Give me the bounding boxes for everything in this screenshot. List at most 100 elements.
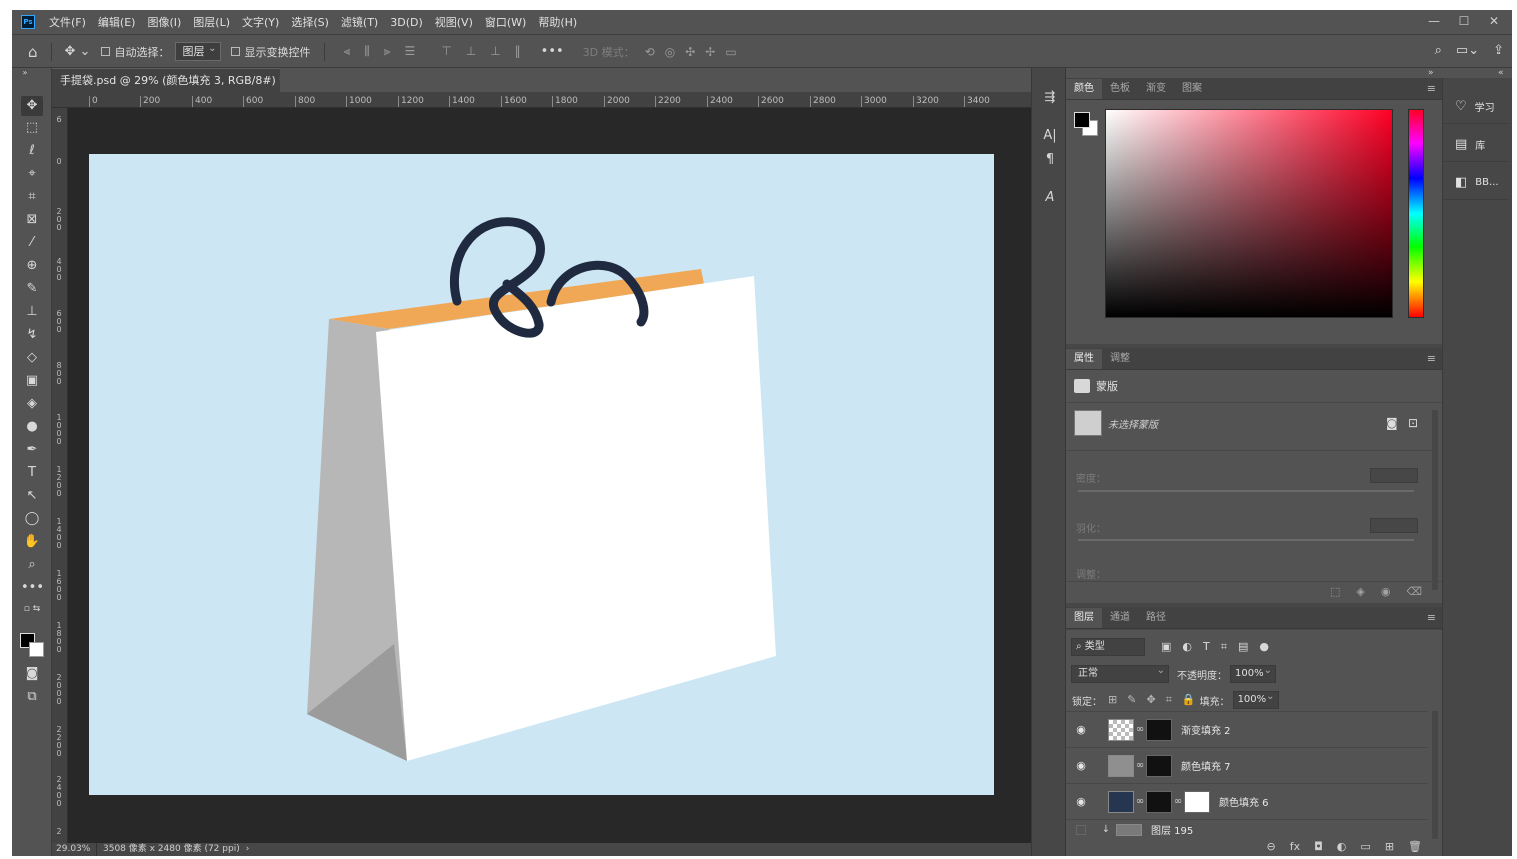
tab-layers[interactable]: 图层 bbox=[1066, 608, 1102, 628]
align-left-icon[interactable]: ⫷ bbox=[343, 44, 350, 59]
delete-layer-icon[interactable]: 🗑 bbox=[1408, 838, 1422, 856]
blend-mode-dropdown[interactable]: 正常 bbox=[1071, 663, 1169, 683]
menu-filter[interactable]: 滤镜(T) bbox=[335, 14, 384, 30]
tab-patterns[interactable]: 图案 bbox=[1174, 79, 1210, 99]
tab-paths[interactable]: 路径 bbox=[1138, 608, 1174, 628]
toggle-mask-icon[interactable]: ◉ bbox=[1381, 582, 1391, 603]
clone-stamp-tool-icon[interactable]: ⊥ bbox=[21, 302, 43, 322]
ellipse-tool-icon[interactable]: ◯ bbox=[21, 509, 43, 529]
menu-view[interactable]: 视图(V) bbox=[429, 14, 479, 30]
history-panel-icon[interactable]: ⇶ bbox=[1040, 88, 1060, 108]
library-panel-button[interactable]: ▤ 库 bbox=[1443, 128, 1509, 162]
learn-panel-button[interactable]: ♡ 学习 bbox=[1443, 90, 1509, 124]
tab-channels[interactable]: 通道 bbox=[1102, 608, 1138, 628]
eraser-tool-icon[interactable]: ◇ bbox=[21, 348, 43, 368]
lock-all-icon[interactable]: 🔒 bbox=[1182, 693, 1196, 707]
screen-mode-icon[interactable]: ⧉ bbox=[21, 687, 43, 707]
swap-colors-icon[interactable]: ▫ ⇆ bbox=[21, 603, 43, 615]
vector-mask-icon[interactable]: ⊡ bbox=[1408, 416, 1418, 430]
menu-layer[interactable]: 图层(L) bbox=[187, 14, 236, 30]
dodge-tool-icon[interactable]: ● bbox=[21, 417, 43, 437]
load-selection-icon[interactable]: ⬚ bbox=[1330, 582, 1340, 603]
visibility-eye-icon[interactable]: ◉ bbox=[1070, 795, 1092, 808]
select-mask-icon[interactable]: ◙ bbox=[1386, 416, 1398, 430]
color-picker-field[interactable] bbox=[1105, 109, 1393, 318]
history-brush-tool-icon[interactable]: ↯ bbox=[21, 325, 43, 345]
pixel-filter-icon[interactable]: ▣ bbox=[1161, 640, 1171, 654]
menu-image[interactable]: 图像(I) bbox=[141, 14, 187, 30]
status-menu-arrow[interactable]: › bbox=[246, 843, 250, 856]
slide-3d-icon[interactable]: ✢ bbox=[705, 45, 715, 59]
mask-thumbnail[interactable] bbox=[1074, 410, 1102, 436]
smart-object-filter-icon[interactable]: ▤ bbox=[1238, 640, 1248, 654]
move-tool-preset-icon[interactable]: ✥ ⌄ bbox=[65, 44, 91, 59]
new-layer-icon[interactable]: ⊞ bbox=[1385, 838, 1394, 856]
layer-row[interactable]: ◉ ∞ ∞ 颜色填充 6 bbox=[1066, 783, 1428, 819]
lock-position-icon[interactable]: ✥ bbox=[1146, 693, 1155, 707]
feather-input[interactable] bbox=[1370, 518, 1418, 533]
share-icon[interactable]: ⇪ bbox=[1493, 43, 1504, 58]
properties-scrollbar[interactable] bbox=[1432, 410, 1438, 590]
tab-gradients[interactable]: 渐变 bbox=[1138, 79, 1174, 99]
type-tool-icon[interactable]: T bbox=[21, 463, 43, 483]
lasso-tool-icon[interactable]: ℓ bbox=[21, 141, 43, 161]
canvas-workspace[interactable] bbox=[68, 108, 1031, 843]
delete-mask-icon[interactable]: ⌫ bbox=[1406, 582, 1422, 603]
align-right-icon[interactable]: ⫸ bbox=[384, 44, 391, 59]
new-adjustment-icon[interactable]: ◐ bbox=[1337, 838, 1347, 856]
menu-select[interactable]: 选择(S) bbox=[285, 14, 335, 30]
layer-row[interactable]: ◉ ∞ 颜色填充 7 bbox=[1066, 747, 1428, 783]
lock-image-icon[interactable]: ✎ bbox=[1127, 693, 1136, 707]
maximize-button[interactable]: ☐ bbox=[1456, 13, 1472, 29]
visibility-eye-icon[interactable]: ◉ bbox=[1070, 759, 1092, 772]
distribute-h-icon[interactable]: ☰ bbox=[405, 44, 416, 59]
foreground-color-swatch[interactable] bbox=[1074, 112, 1090, 128]
menu-type[interactable]: 文字(Y) bbox=[236, 14, 285, 30]
show-transform-checkbox[interactable]: 显示变换控件 bbox=[231, 44, 310, 60]
auto-select-target-dropdown[interactable]: 图层 bbox=[175, 41, 222, 61]
align-top-icon[interactable]: ⊤ bbox=[441, 44, 451, 59]
pan-3d-icon[interactable]: ✣ bbox=[685, 45, 695, 59]
panel-menu-icon[interactable]: ≡ bbox=[1427, 611, 1436, 624]
lock-transparent-icon[interactable]: ⊞ bbox=[1108, 693, 1117, 707]
layer-comps-panel-button[interactable]: ◧ BB... bbox=[1443, 166, 1509, 200]
close-window-button[interactable]: ✕ bbox=[1486, 13, 1502, 29]
expand-panels-icon[interactable]: » bbox=[1428, 68, 1434, 78]
layer-style-icon[interactable]: fx bbox=[1290, 838, 1300, 856]
filter-toggle-icon[interactable]: ● bbox=[1259, 640, 1269, 654]
menu-help[interactable]: 帮助(H) bbox=[532, 14, 583, 30]
feather-slider[interactable] bbox=[1078, 539, 1414, 541]
layers-scrollbar[interactable] bbox=[1432, 711, 1438, 839]
roll-3d-icon[interactable]: ◎ bbox=[665, 45, 675, 59]
visibility-toggle[interactable] bbox=[1076, 824, 1086, 835]
blur-tool-icon[interactable]: ◈ bbox=[21, 394, 43, 414]
lock-artboard-icon[interactable]: ⌗ bbox=[1166, 693, 1172, 707]
eyedropper-tool-icon[interactable]: ⁄ bbox=[21, 233, 43, 253]
more-options-button[interactable]: ••• bbox=[541, 44, 564, 59]
auto-select-checkbox[interactable]: 自动选择： bbox=[101, 44, 169, 60]
orbit-3d-icon[interactable]: ⟲ bbox=[645, 45, 655, 59]
collapse-panels-icon[interactable]: « bbox=[1498, 68, 1504, 78]
align-center-h-icon[interactable]: ⫼ bbox=[364, 44, 370, 59]
menu-window[interactable]: 窗口(W) bbox=[479, 14, 532, 30]
tab-adjustments[interactable]: 调整 bbox=[1102, 349, 1138, 369]
layer-row[interactable]: ◉ ∞ 渐变填充 2 bbox=[1066, 711, 1428, 747]
layer-row[interactable]: ↓ 图层 195 bbox=[1066, 819, 1428, 839]
zoom-tool-icon[interactable]: ⌕ bbox=[21, 555, 43, 575]
type-filter-icon[interactable]: T bbox=[1203, 640, 1210, 654]
document-canvas[interactable] bbox=[89, 154, 994, 795]
quick-select-tool-icon[interactable]: ⌖ bbox=[21, 164, 43, 184]
glyphs-panel-icon[interactable]: A bbox=[1040, 188, 1060, 208]
menu-3d[interactable]: 3D(D) bbox=[384, 16, 429, 29]
tab-color[interactable]: 颜色 bbox=[1066, 79, 1102, 99]
pen-tool-icon[interactable]: ✒ bbox=[21, 440, 43, 460]
crop-tool-icon[interactable]: ⌗ bbox=[21, 187, 43, 207]
density-input[interactable] bbox=[1370, 468, 1418, 483]
align-middle-v-icon[interactable]: ⊥ bbox=[466, 44, 476, 59]
search-icon[interactable]: ⌕ bbox=[1435, 43, 1442, 58]
zoom-level[interactable]: 29.03% bbox=[52, 843, 97, 856]
add-mask-icon[interactable]: ◘ bbox=[1314, 838, 1323, 856]
home-icon[interactable]: ⌂ bbox=[28, 43, 38, 61]
minimize-button[interactable]: — bbox=[1426, 13, 1442, 29]
adjustment-filter-icon[interactable]: ◐ bbox=[1182, 640, 1192, 654]
